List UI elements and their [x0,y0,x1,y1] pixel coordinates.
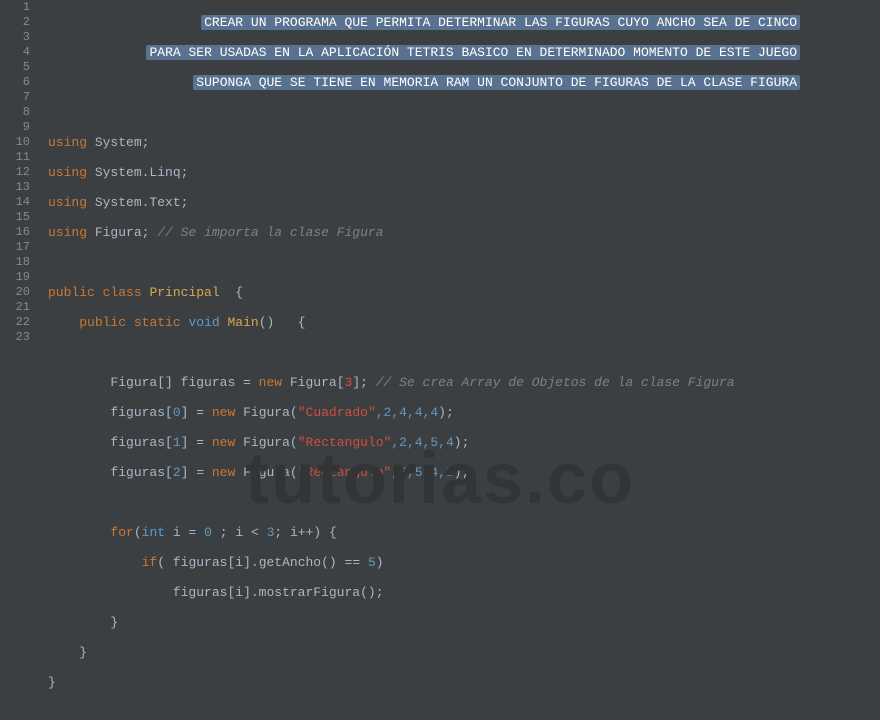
line-number: 11 [0,150,30,165]
comment-array: // Se crea Array de Objetos de la clase … [376,375,735,390]
kw-new: new [212,435,235,450]
comment-import: // Se importa la clase Figura [157,225,383,240]
var-figuras: figuras [110,405,165,420]
type-figura: Figura [110,375,157,390]
type-figura: Figura [243,435,290,450]
method-main: Main [228,315,259,330]
line-number: 13 [0,180,30,195]
op-eq: = [188,525,196,540]
line-number: 4 [0,45,30,60]
var-figuras: figuras [110,435,165,450]
ns-figura: Figura; [95,225,150,240]
op-lt: < [251,525,259,540]
num-5: 5 [368,555,376,570]
args-1: ,2,4,5,4 [391,435,453,450]
var-i: i [235,585,243,600]
kw-new: new [259,375,282,390]
kw-public: public [79,315,126,330]
num-0: 0 [204,525,212,540]
header-comment-1: CREAR UN PROGRAMA QUE PERMITA DETERMINAR… [201,15,800,30]
idx-0: 0 [173,405,181,420]
line-number: 1 [0,0,30,15]
line-number: 22 [0,315,30,330]
num-3: 3 [345,375,353,390]
line-number-gutter: 1 2 3 4 5 6 7 8 9 10 11 12 13 14 15 16 1… [0,0,40,560]
type-figura: Figura [243,465,290,480]
kw-public: public [48,285,95,300]
str-rect1: "Rectangulo" [298,435,392,450]
kw-new: new [212,465,235,480]
line-number: 19 [0,270,30,285]
var-i: i [235,525,243,540]
class-name: Principal [149,285,219,300]
kw-for: for [110,525,133,540]
var-figuras: figuras [173,555,228,570]
kw-int: int [142,525,165,540]
line-number: 14 [0,195,30,210]
var-i: i [173,525,181,540]
kw-using: using [48,135,87,150]
kw-using: using [48,165,87,180]
header-comment-3: SUPONGA QUE SE TIENE EN MEMORIA RAM UN C… [193,75,800,90]
kw-class: class [103,285,142,300]
line-number: 10 [0,135,30,150]
var-figuras: figuras [173,585,228,600]
str-rect2: "Rectangulo" [298,465,392,480]
kw-using: using [48,225,87,240]
line-number: 6 [0,75,30,90]
kw-static: static [134,315,181,330]
var-figuras: figuras [181,375,236,390]
var-figuras: figuras [110,465,165,480]
op-inc: i++ [290,525,313,540]
line-number: 18 [0,255,30,270]
line-number: 23 [0,330,30,345]
line-number: 5 [0,60,30,75]
kw-using: using [48,195,87,210]
args-0: ,2,4,4,4 [376,405,438,420]
line-number: 2 [0,15,30,30]
line-number: 17 [0,240,30,255]
kw-new: new [212,405,235,420]
code-area[interactable]: CREAR UN PROGRAMA QUE PERMITA DETERMINAR… [40,0,880,560]
idx-1: 1 [173,435,181,450]
type-figura: Figura [243,405,290,420]
ns-system: System; [95,135,150,150]
args-2: ,5,5,4,2 [391,465,453,480]
line-number: 15 [0,210,30,225]
num-3b: 3 [267,525,275,540]
type-figura: Figura [290,375,337,390]
ns-text: System.Text; [95,195,189,210]
str-cuadrado: "Cuadrado" [298,405,376,420]
line-number: 16 [0,225,30,240]
line-number: 7 [0,90,30,105]
kw-void: void [188,315,219,330]
line-number: 8 [0,105,30,120]
method-mostrar: mostrarFigura [259,585,360,600]
method-getancho: getAncho [259,555,321,570]
line-number: 9 [0,120,30,135]
line-number: 20 [0,285,30,300]
op-eqeq: == [345,555,361,570]
code-editor: 1 2 3 4 5 6 7 8 9 10 11 12 13 14 15 16 1… [0,0,880,560]
kw-if: if [142,555,158,570]
line-number: 21 [0,300,30,315]
var-i: i [235,555,243,570]
ns-linq: System.Linq; [95,165,189,180]
idx-2: 2 [173,465,181,480]
header-comment-2: PARA SER USADAS EN LA APLICACIÓN TETRIS … [146,45,800,60]
line-number: 3 [0,30,30,45]
line-number: 12 [0,165,30,180]
